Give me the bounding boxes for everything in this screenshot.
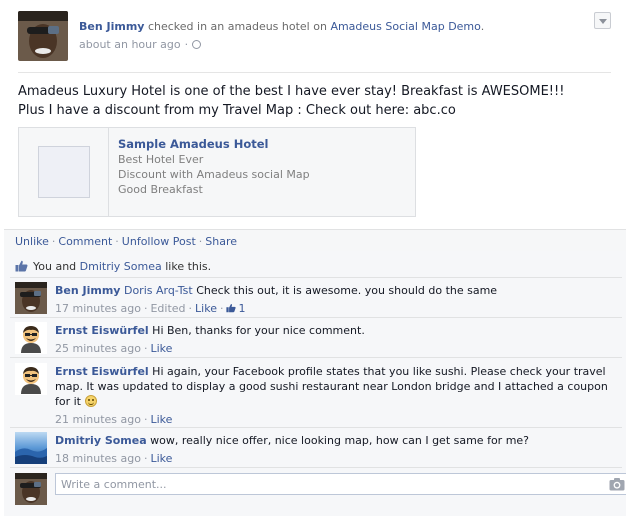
row-divider [10,277,622,278]
comment-body: Ernst Eiswürfel Hi Ben, thanks for your … [55,323,620,356]
row-divider [10,357,622,358]
post-message-line: Plus I have a discount from my Travel Ma… [18,103,456,118]
post-message-line: Amadeus Luxury Hotel is one of the best … [18,84,565,99]
headline-suffix: . [480,20,485,33]
action-separator: · [51,235,56,248]
comment-like-link[interactable]: Like [195,302,217,315]
comment-avatar[interactable] [15,282,47,314]
unlike-link[interactable]: Unlike [15,235,49,248]
attachment-line: Best Hotel Ever [118,153,204,166]
comment-meta: 18 minutes ago · Like [55,451,620,466]
comment-like-link[interactable]: Like [150,452,172,465]
comment-author-link[interactable]: Ernst Eiswürfel [55,365,149,378]
share-link[interactable]: Share [205,235,237,248]
row-divider [10,427,622,428]
comment-body: Ernst Eiswürfel Hi again, your Facebook … [55,364,620,427]
comment-like-link[interactable]: Like [150,413,172,426]
row-divider [10,467,622,468]
comment-author-link[interactable]: Ernst Eiswürfel [55,324,149,337]
comment-composer [15,473,626,507]
unfollow-post-link[interactable]: Unfollow Post [122,235,196,248]
smiley-icon [84,395,97,407]
comment-like-count[interactable]: 1 [226,302,245,315]
comment-author-link[interactable]: Ben Jimmy [55,284,120,297]
comment-meta: 21 minutes ago · Like [55,412,620,427]
comment-meta: 17 minutes ago · Edited · Like · 1 [55,301,620,316]
globe-icon[interactable] [192,40,202,49]
post-options-button[interactable] [594,12,611,29]
comment-text: wow, really nice offer, nice looking map… [146,434,530,447]
post-header: Ben Jimmy checked in an amadeus hotel on… [18,11,611,61]
link-attachment[interactable]: Sample Amadeus Hotel Best Hotel Ever Dis… [18,127,416,217]
attachment-line: Good Breakfast [118,183,203,196]
meta-separator: · [143,413,148,426]
comment-timestamp[interactable]: 17 minutes ago [55,302,141,315]
comment-author-link[interactable]: Dmitriy Somea [55,434,147,447]
meta-separator: · [143,302,148,315]
row-divider [10,317,622,318]
header-divider [18,72,611,73]
attachment-line: Discount with Amadeus social Map [118,168,310,181]
action-separator: · [198,235,203,248]
comment-avatar[interactable] [15,432,47,464]
post-message: Amadeus Luxury Hotel is one of the best … [18,82,614,120]
comment-timestamp[interactable]: 18 minutes ago [55,452,141,465]
likes-summary: You and Dmitriy Somea like this. [15,260,211,273]
attachment-thumbnail[interactable] [38,146,90,198]
comment-item: Ben Jimmy Doris Arq-Tst Check this out, … [15,282,620,315]
meta-separator: · [143,342,148,355]
comment-text: Check this out, it is awesome. you shoul… [192,284,498,297]
likes-suffix: like this. [161,260,212,273]
tagged-user-link[interactable]: Doris Arq-Tst [124,284,193,297]
thumbs-up-icon [226,304,237,313]
app-link[interactable]: Amadeus Social Map Demo [330,20,480,33]
liker-name-link[interactable]: Dmitriy Somea [80,260,162,273]
post-meta: about an hour ago · [79,38,202,51]
comment-input[interactable] [55,473,626,495]
comment-link[interactable]: Comment [58,235,112,248]
attachment-title[interactable]: Sample Amadeus Hotel [118,137,268,151]
author-name-link[interactable]: Ben Jimmy [79,20,144,33]
chevron-down-icon [599,19,607,24]
meta-separator: · [188,302,193,315]
comment-like-link[interactable]: Like [150,342,172,355]
likes-prefix: You and [33,260,80,273]
comment-meta: 25 minutes ago · Like [55,341,620,356]
post-headline: Ben Jimmy checked in an amadeus hotel on… [79,20,484,33]
like-count-value: 1 [238,302,246,315]
post-action-bar: Unlike · Comment · Unfollow Post · Share [4,229,626,251]
comment-item: Dmitriy Somea wow, really nice offer, ni… [15,432,620,465]
post-timestamp[interactable]: about an hour ago [79,38,181,51]
edited-label[interactable]: Edited [150,302,185,315]
comment-text: Hi Ben, thanks for your nice comment. [148,324,365,337]
action-separator: · [115,235,119,248]
viewer-avatar[interactable] [15,473,47,505]
checkin-text: checked in an amadeus hotel on [144,20,331,33]
comment-item: Ernst Eiswürfel Hi again, your Facebook … [15,363,620,427]
comment-timestamp[interactable]: 21 minutes ago [55,413,141,426]
comment-avatar[interactable] [15,363,47,395]
author-avatar[interactable] [18,11,68,61]
comment-body: Dmitriy Somea wow, really nice offer, ni… [55,433,620,466]
attachment-thumbnail-frame [19,128,109,216]
comment-item: Ernst Eiswürfel Hi Ben, thanks for your … [15,322,620,355]
thumbs-up-icon [15,260,28,272]
meta-separator: · [143,452,148,465]
camera-icon[interactable] [609,477,625,491]
meta-separator: · [184,38,189,51]
meta-separator: · [219,302,224,315]
comment-body: Ben Jimmy Doris Arq-Tst Check this out, … [55,283,620,316]
comment-timestamp[interactable]: 25 minutes ago [55,342,141,355]
comment-avatar[interactable] [15,322,47,354]
comments-section: You and Dmitriy Somea like this. Ben Jim… [4,251,626,516]
